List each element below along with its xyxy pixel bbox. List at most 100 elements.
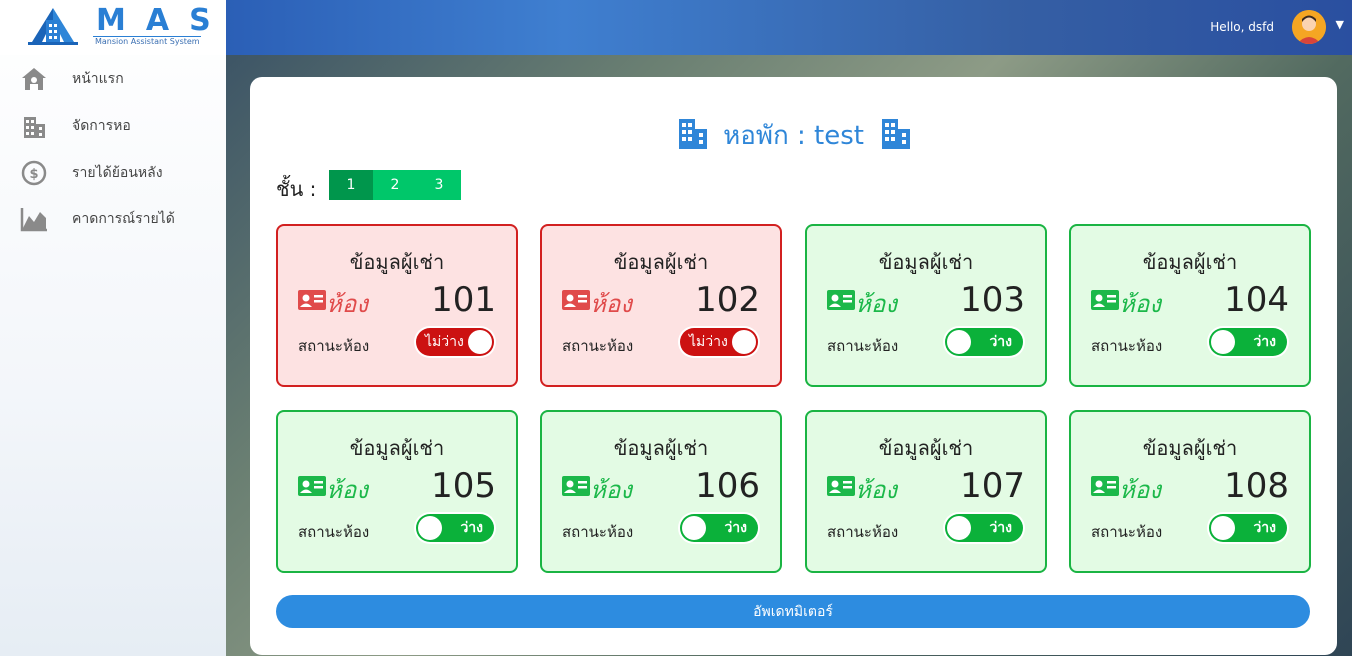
sidebar-item-manage[interactable]: จัดการหอ [0,104,226,148]
tenant-info-heading: ข้อมูลผู้เช่า [349,250,445,274]
sidebar-item-label: หน้าแรก [72,71,124,87]
logo-subtitle: Mansion Assistant System [95,37,200,46]
logo-icon [28,8,78,45]
room-status-text: ว่าง [989,520,1012,536]
room-number: 103 [960,280,1025,320]
room-status-text: ว่าง [1253,520,1276,536]
room-status-toggle[interactable]: ว่าง [1209,328,1287,356]
id-card-icon [827,290,855,310]
room-word: ห้อง [855,476,897,504]
logo-title: MAS [96,3,231,38]
top-bar: Hello, dsfd ▼ [226,0,1352,55]
room-status-toggle[interactable]: ว่าง [945,514,1023,542]
room-status-label: สถานะห้อง [562,523,634,541]
svg-text:$: $ [29,167,38,182]
room-status-label: สถานะห้อง [562,337,634,355]
room-word: ห้อง [326,476,368,504]
room-status-text: ไม่ว่าง [425,334,464,350]
room-card[interactable]: ข้อมูลผู้เช่า ห้อง 103 สถานะห้อง ว่าง [805,224,1047,387]
tenant-info-heading: ข้อมูลผู้เช่า [613,250,709,274]
room-status-text: ว่าง [724,520,747,536]
tab-floor-1[interactable]: 1 [329,170,373,200]
building-icon [878,117,912,156]
sidebar: MAS Mansion Assistant System หน้าแรก จัด… [0,0,226,656]
room-number: 102 [695,280,760,320]
id-card-icon [562,476,590,496]
room-card[interactable]: ข้อมูลผู้เช่าห้อง 105 สถานะห้อง ว่าง [276,410,518,573]
room-number: 101 [431,280,496,320]
room-status-text: ว่าง [460,520,483,536]
room-status-toggle[interactable]: ว่าง [680,514,758,542]
room-status-label: สถานะห้อง [298,523,370,541]
room-card[interactable]: ข้อมูลผู้เช่า ห้อง 107 สถานะห้อง ว่าง [805,410,1047,573]
room-word: ห้อง [590,476,632,504]
tenant-info-heading: ข้อมูลผู้เช่า [613,436,709,460]
room-number: 108 [1224,466,1289,506]
tenant-info-heading: ข้อมูลผู้เช่า [1142,436,1238,460]
toggle-knob [1211,330,1235,354]
toggle-knob [947,330,971,354]
chevron-down-icon[interactable]: ▼ [1336,18,1344,31]
sidebar-item-label: จัดการหอ [72,118,131,134]
toggle-knob [947,516,971,540]
room-status-label: สถานะห้อง [1091,337,1163,355]
tab-floor-2[interactable]: 2 [373,170,417,200]
room-number: 106 [695,466,760,506]
room-status-text: ว่าง [1253,334,1276,350]
room-word: ห้อง [326,290,368,318]
floor-tabs: 1 2 3 [329,170,461,200]
sidebar-item-label: คาดการณ์รายได้ [72,211,175,227]
room-status-label: สถานะห้อง [827,523,899,541]
room-card[interactable]: ข้อมูลผู้เช่าห้อง 102 สถานะห้อง ไม่ว่าง [540,224,782,387]
toggle-knob [732,330,756,354]
sidebar-item-income-history[interactable]: $ รายได้ย้อนหลัง [0,151,226,195]
id-card-icon [1091,290,1119,310]
user-avatar[interactable] [1292,10,1326,44]
room-word: ห้อง [1119,476,1161,504]
room-card[interactable]: ข้อมูลผู้เช่าห้อง 108 สถานะห้อง ว่าง [1069,410,1311,573]
id-card-icon [562,290,590,310]
dorm-name: test [814,121,864,151]
id-card-icon [298,290,326,310]
id-card-icon [1091,476,1119,496]
update-meter-button[interactable]: อัพเดทมิเตอร์ [276,595,1310,628]
home-icon [20,65,48,93]
building-icon [20,112,48,140]
room-status-toggle[interactable]: ไม่ว่าง [680,328,758,356]
room-card[interactable]: ข้อมูลผู้เช่า ห้อง 104 สถานะห้อง ว่าง [1069,224,1311,387]
toggle-knob [1211,516,1235,540]
room-card[interactable]: ข้อมูลผู้เช่าห้อง 101 สถานะห้อง ไม่ว่าง [276,224,518,387]
toggle-knob [418,516,442,540]
dorm-prefix: หอพัก [723,121,789,151]
room-status-label: สถานะห้อง [827,337,899,355]
tab-floor-3[interactable]: 3 [417,170,461,200]
room-status-toggle[interactable]: ว่าง [1209,514,1287,542]
room-status-label: สถานะห้อง [298,337,370,355]
main-panel: หอพัก : test ชั้น : 1 2 3 ข้อมูลผู้เช่าห… [250,77,1337,655]
tenant-info-heading: ข้อมูลผู้เช่า [1142,250,1238,274]
room-status-toggle[interactable]: ว่าง [416,514,494,542]
room-number: 107 [960,466,1025,506]
room-status-text: ไม่ว่าง [689,334,728,350]
sidebar-item-income-forecast[interactable]: คาดการณ์รายได้ [0,197,226,241]
chart-icon [20,205,48,233]
room-status-toggle[interactable]: ว่าง [945,328,1023,356]
user-greeting: Hello, dsfd [1210,20,1274,34]
room-status-toggle[interactable]: ไม่ว่าง [416,328,494,356]
sidebar-item-label: รายได้ย้อนหลัง [72,165,163,181]
room-number: 105 [431,466,496,506]
id-card-icon [827,476,855,496]
floor-label: ชั้น : [276,177,317,201]
logo[interactable]: MAS Mansion Assistant System [0,0,226,55]
room-status-text: ว่าง [989,334,1012,350]
tenant-info-heading: ข้อมูลผู้เช่า [349,436,445,460]
id-card-icon [298,476,326,496]
dollar-icon: $ [20,159,48,187]
sidebar-item-home[interactable]: หน้าแรก [0,57,226,101]
dorm-separator: : [796,121,806,151]
room-card[interactable]: ข้อมูลผู้เช่าห้อง 106 สถานะห้อง ว่าง [540,410,782,573]
page-title: หอพัก : test [250,115,1337,156]
room-status-label: สถานะห้อง [1091,523,1163,541]
room-number: 104 [1224,280,1289,320]
room-word: ห้อง [590,290,632,318]
